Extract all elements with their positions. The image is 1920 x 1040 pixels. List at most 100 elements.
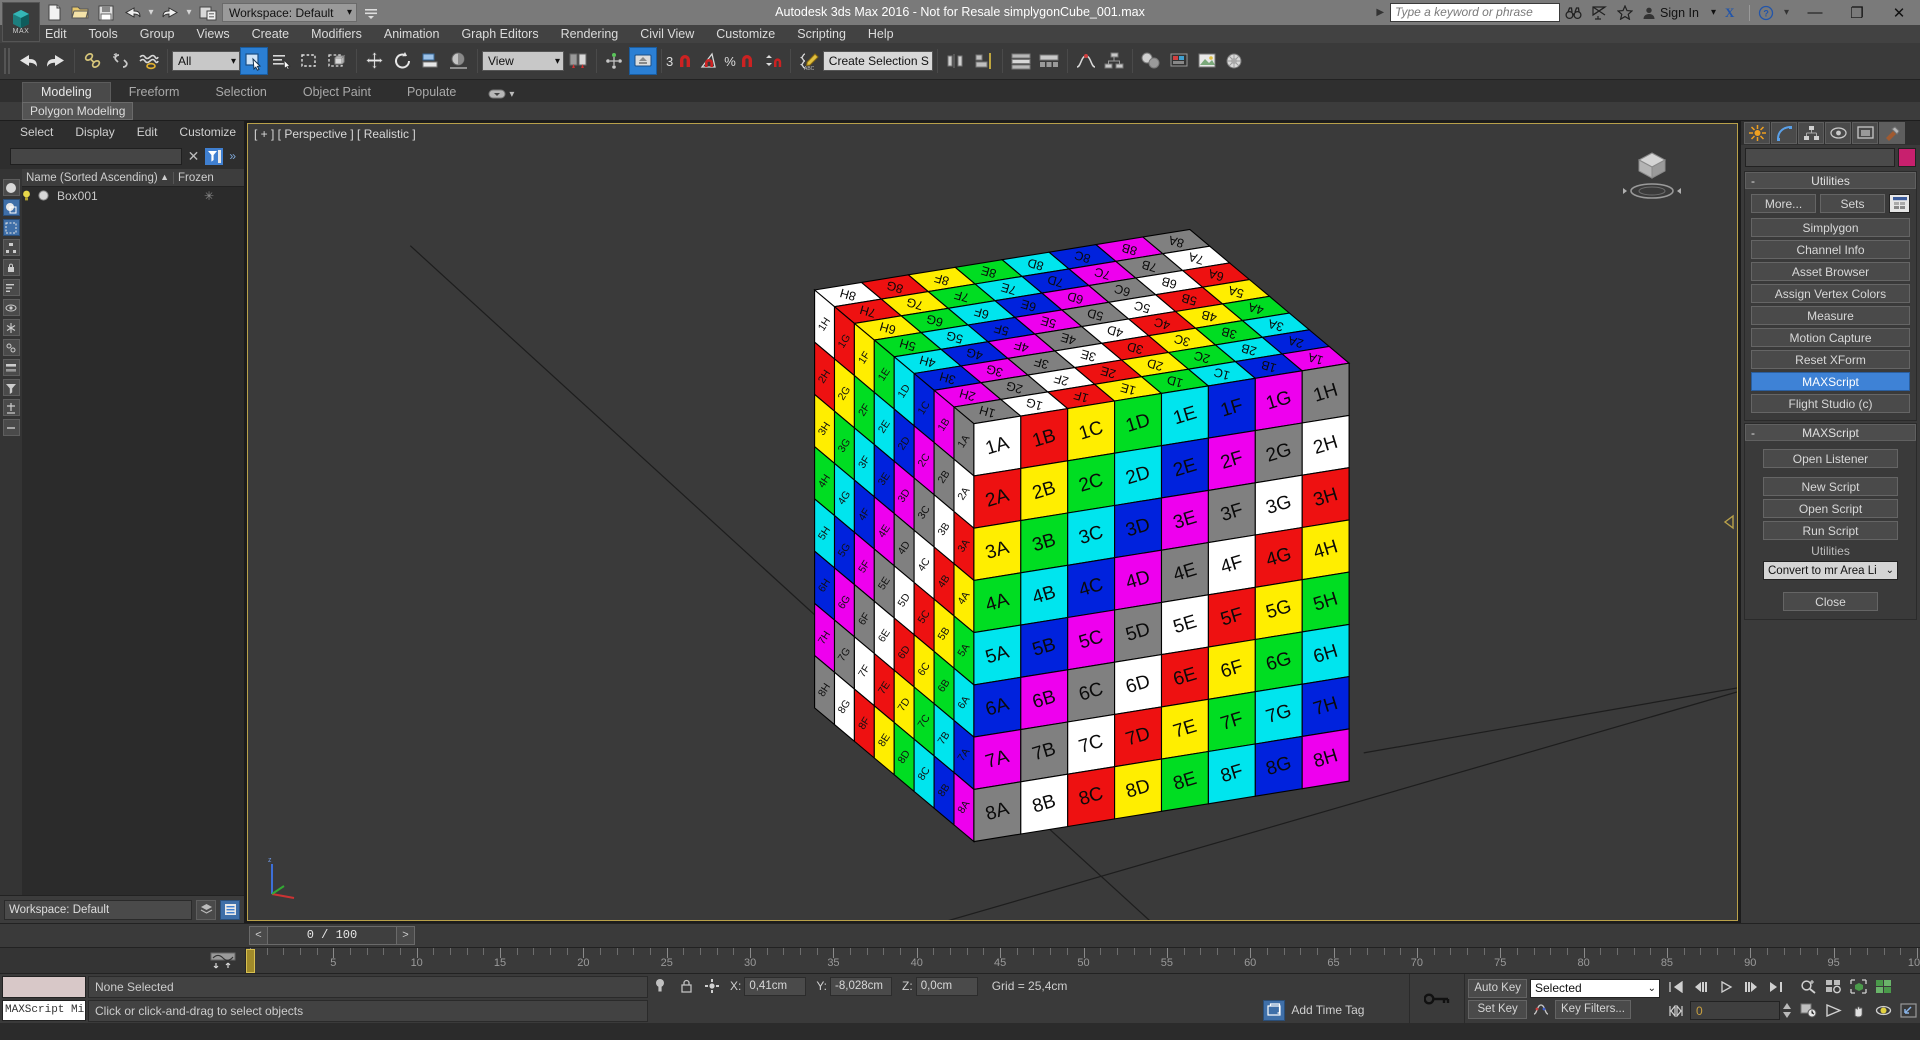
help-icon[interactable]: ? <box>1753 2 1779 24</box>
maxscript-rollout-header[interactable]: - MAXScript <box>1745 424 1916 441</box>
time-configuration-icon[interactable] <box>1796 1000 1820 1022</box>
filter-icon[interactable] <box>205 148 223 165</box>
play-icon[interactable] <box>1714 976 1738 998</box>
utilities-rollout-header[interactable]: - Utilities <box>1745 172 1916 189</box>
coord-y-field[interactable]: -8,028cm <box>830 977 892 996</box>
menu-item-scripting[interactable]: Scripting <box>786 25 857 43</box>
workspace-selector[interactable]: Workspace: Default ▾ <box>222 3 357 22</box>
placement-tool-icon[interactable] <box>445 47 473 75</box>
orbit-icon[interactable] <box>1871 1000 1895 1022</box>
open-listener-button[interactable]: Open Listener <box>1763 449 1898 468</box>
scene-explorer-list[interactable]: Name (Sorted Ascending) ▲ Frozen Box001 … <box>22 169 244 895</box>
prev-frame-arrow[interactable]: < <box>250 929 267 941</box>
menu-item-animation[interactable]: Animation <box>373 25 451 43</box>
favorites-star-icon[interactable] <box>1612 2 1638 24</box>
schematic-view-icon[interactable] <box>1100 47 1128 75</box>
quick-access-more-icon[interactable] <box>359 2 383 23</box>
freeze-icon[interactable] <box>3 319 20 336</box>
se-menu-edit[interactable]: Edit <box>127 123 168 141</box>
redo-icon[interactable] <box>42 47 70 75</box>
se-menu-customize[interactable]: Customize <box>169 123 246 141</box>
se-menu-select[interactable]: Select <box>10 123 63 141</box>
list-item[interactable]: Box001 ✳ <box>22 187 244 204</box>
set-key-button[interactable]: Set Key <box>1468 1000 1527 1019</box>
coord-x-field[interactable]: 0,41cm <box>744 977 806 996</box>
menu-item-rendering[interactable]: Rendering <box>550 25 630 43</box>
create-tab[interactable] <box>1744 122 1770 144</box>
viewport-right-handle-icon[interactable] <box>1723 514 1735 530</box>
config-sets-icon[interactable] <box>1889 194 1910 213</box>
tab-selection[interactable]: Selection <box>197 83 284 102</box>
track-bar-ruler[interactable]: 0510152025303540455055606570758085909510… <box>245 948 1920 973</box>
run-script-button[interactable]: Run Script <box>1763 521 1898 540</box>
scene-explorer-toggle-icon[interactable] <box>220 900 240 920</box>
key-mode-toggle-icon[interactable] <box>1664 1000 1688 1022</box>
tab-freeform[interactable]: Freeform <box>111 83 198 102</box>
box001-object[interactable]: 8H8G8F8E8D8C8B8A7H7G7F7E7D7C7B7A6H6G6F6E… <box>248 124 1737 920</box>
utility-flight-studio-button[interactable]: Flight Studio (c) <box>1751 394 1910 413</box>
redo-icon[interactable] <box>158 2 182 23</box>
named-selection-sets-combo[interactable]: Create Selection Set <box>823 51 933 71</box>
render-production-icon[interactable] <box>1221 47 1249 75</box>
selection-lock-icon[interactable] <box>674 975 698 997</box>
menu-item-create[interactable]: Create <box>241 25 301 43</box>
save-file-icon[interactable] <box>94 2 118 23</box>
utility-motion-capture-button[interactable]: Motion Capture <box>1751 328 1910 347</box>
exchange-app-icon[interactable]: X <box>1720 2 1746 24</box>
zoom-extents-all-icon[interactable] <box>1871 976 1895 998</box>
open-mini-curve-editor-icon[interactable] <box>209 951 237 971</box>
restore-button[interactable]: ❐ <box>1836 0 1878 25</box>
viewport-label[interactable]: [ + ] [ Perspective ] [ Realistic ] <box>254 127 416 141</box>
modify-tab[interactable] <box>1771 122 1797 144</box>
utility-simplygon-button[interactable]: Simplygon <box>1751 218 1910 237</box>
filter-objects-icon[interactable] <box>3 379 20 396</box>
percent-snap-toggle-icon[interactable] <box>736 47 758 75</box>
infocenter-expand-icon[interactable]: ▶ <box>1370 7 1390 18</box>
window-crossing-toggle-icon[interactable] <box>324 47 352 75</box>
toolbar-grip[interactable] <box>4 48 10 74</box>
key-mode-combo[interactable]: Selected ⌄ <box>1530 979 1660 998</box>
select-none-icon[interactable] <box>3 219 20 236</box>
select-all-icon[interactable] <box>3 179 20 196</box>
link-display-icon[interactable] <box>3 339 20 356</box>
utility-channel-info-button[interactable]: Channel Info <box>1751 240 1910 259</box>
utility-assign-vertex-colors-button[interactable]: Assign Vertex Colors <box>1751 284 1910 303</box>
open-script-button[interactable]: Open Script <box>1763 499 1898 518</box>
tab-modeling[interactable]: Modeling <box>22 82 111 102</box>
sign-in-button[interactable]: Sign In ▾ <box>1638 6 1720 20</box>
search-input[interactable]: Type a keyword or phrase <box>1390 3 1560 22</box>
select-children-icon[interactable] <box>3 239 20 256</box>
redo-dropdown-icon[interactable]: ▾ <box>184 2 194 23</box>
next-frame-icon[interactable] <box>1739 976 1763 998</box>
sort-by-name-icon[interactable] <box>3 279 20 296</box>
key-filters-button[interactable]: Key Filters... <box>1555 1000 1631 1019</box>
render-setup-icon[interactable] <box>1165 47 1193 75</box>
use-transform-coordinate-center-icon[interactable] <box>629 47 657 75</box>
select-and-link-icon[interactable] <box>79 47 107 75</box>
snaps-toggle-icon[interactable] <box>674 47 696 75</box>
utility-measure-button[interactable]: Measure <box>1751 306 1910 325</box>
field-of-view-icon[interactable] <box>1821 1000 1845 1022</box>
next-frame-arrow[interactable]: > <box>397 929 414 941</box>
curve-editor-icon[interactable] <box>1072 47 1100 75</box>
select-and-move-icon[interactable] <box>361 47 389 75</box>
unlink-selection-icon[interactable] <box>107 47 135 75</box>
undo-icon[interactable] <box>120 2 144 23</box>
coord-z-field[interactable]: 0,0cm <box>916 977 978 996</box>
ribbon-options-chevron-icon[interactable]: ▾ <box>509 89 514 100</box>
menu-item-modifiers[interactable]: Modifiers <box>300 25 373 43</box>
close-button[interactable]: ✕ <box>1878 0 1920 25</box>
open-file-icon[interactable] <box>68 2 92 23</box>
select-object-icon[interactable] <box>240 47 268 75</box>
goto-end-icon[interactable] <box>1764 976 1788 998</box>
select-and-rotate-icon[interactable] <box>389 47 417 75</box>
display-tab[interactable] <box>1852 122 1878 144</box>
select-by-name-icon[interactable] <box>268 47 296 75</box>
pan-icon[interactable] <box>1846 1000 1870 1022</box>
utilities-tab[interactable] <box>1879 122 1905 144</box>
collapse-all-icon[interactable] <box>3 419 20 436</box>
set-key-toggle-icon[interactable] <box>1420 982 1454 1016</box>
minimize-button[interactable]: — <box>1794 0 1836 25</box>
use-selection-center-icon[interactable] <box>601 47 629 75</box>
utility-reset-xform-button[interactable]: Reset XForm <box>1751 350 1910 369</box>
